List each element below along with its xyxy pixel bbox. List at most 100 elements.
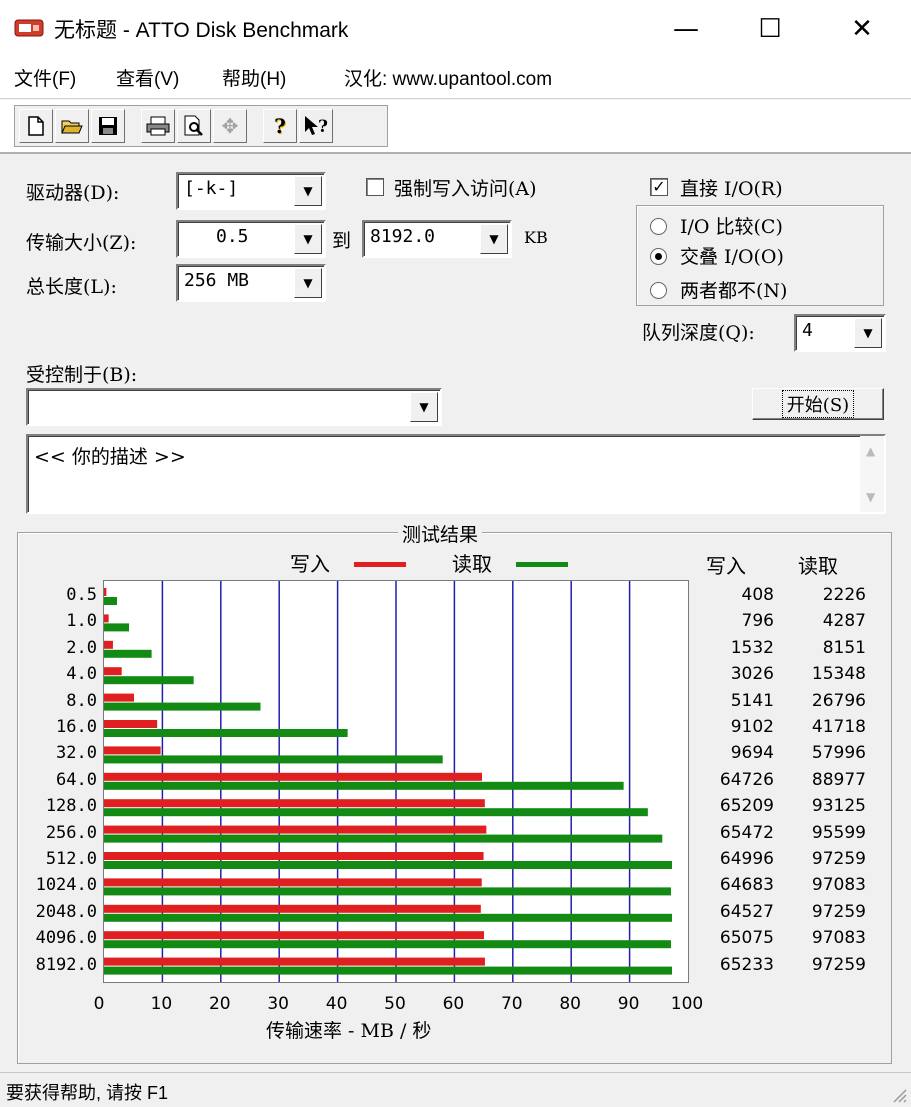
total-length-label: 总长度(L): [26,276,117,298]
x-tick-label: 90 [617,994,640,1014]
neither-label: 两者都不(N) [680,280,788,302]
x-tick-label: 30 [267,994,289,1014]
radio-selected-dot [655,253,662,260]
scroll-up-icon[interactable]: ▲ [866,444,875,458]
description-textarea[interactable]: << 你的描述 >> ▲ ▼ [26,434,886,514]
read-value: 97259 [811,954,866,975]
help-button[interactable]: ? [263,109,297,143]
queue-depth-value: 4 [802,320,813,341]
write-value: 5141 [730,690,774,711]
write-bar [104,852,484,860]
new-button[interactable] [19,109,53,143]
x-tick-label: 50 [384,994,406,1014]
write-bar [104,799,485,808]
chevron-down-icon[interactable]: ▼ [854,318,882,348]
transfer-to-select[interactable]: 8192.0 ▼ [362,220,512,258]
legend-write-swatch [354,562,406,567]
minimize-icon: — [673,14,699,44]
x-tick-label: 80 [559,994,581,1014]
overlap-io-radio[interactable] [650,248,667,265]
title-bar[interactable]: 无标题 - ATTO Disk Benchmark — ☐ ✕ [0,0,911,56]
write-value: 9694 [730,743,774,764]
drive-select[interactable]: [-k-] ▼ [176,172,326,210]
status-text: 要获得帮助, 请按 F1 [6,1083,169,1103]
description-scrollbar[interactable]: ▲ ▼ [860,436,884,512]
y-tick-label: 4.0 [66,664,97,685]
close-button[interactable]: ✕ [838,12,886,46]
menu-file[interactable]: 文件(F) [14,64,76,91]
toolbar: ✥ ? ? [0,100,911,154]
column-header-write: 写入 [706,554,746,578]
write-bar [104,772,482,781]
start-button[interactable]: 开始(S) [752,388,884,420]
context-help-button[interactable]: ? [299,109,333,143]
read-value: 57996 [811,743,866,764]
y-tick-label: 64.0 [56,769,97,790]
chevron-down-icon[interactable]: ▼ [410,392,438,422]
read-value: 97083 [811,928,866,949]
chevron-down-icon[interactable]: ▼ [480,224,508,254]
write-bar [104,957,485,966]
write-value: 65209 [719,796,774,817]
print-button[interactable] [141,109,175,143]
write-bar [104,614,109,623]
y-tick-label: 1024.0 [35,875,97,896]
scroll-down-icon[interactable]: ▼ [866,490,875,504]
read-value: 95599 [811,822,866,843]
chevron-down-icon[interactable]: ▼ [294,224,322,254]
start-button-label: 开始(S) [781,390,855,418]
x-tick-label: 100 [670,994,704,1014]
menu-help[interactable]: 帮助(H) [222,64,286,91]
save-button[interactable] [91,109,125,143]
controlled-by-label: 受控制于(B): [26,364,138,386]
write-bar [104,667,122,676]
maximize-icon: ☐ [758,14,782,44]
write-bar [104,588,107,596]
open-button[interactable] [55,109,89,143]
transfer-to-value: 8192.0 [370,226,436,247]
y-tick-label: 32.0 [56,743,97,764]
chevron-down-icon[interactable]: ▼ [294,268,322,298]
y-tick-label: 128.0 [45,796,97,817]
maximize-button[interactable]: ☐ [746,12,794,46]
menu-view[interactable]: 查看(V) [116,64,179,91]
read-value: 97259 [811,849,866,869]
write-value: 64726 [719,769,774,790]
y-tick-label: 1.0 [66,611,97,632]
write-bar [104,640,113,649]
description-text: << 你的描述 >> [34,446,186,468]
neither-radio[interactable] [650,282,667,299]
read-value: 2226 [822,585,866,605]
controlled-by-select[interactable]: ▼ [26,388,442,426]
legend-write-label: 写入 [290,552,330,576]
x-tick-label: 0 [93,994,105,1014]
x-tick-label: 60 [442,994,465,1014]
read-bar [104,887,671,896]
direct-io-checkbox[interactable]: ✓ [650,178,668,196]
y-tick-label: 16.0 [56,717,97,737]
read-bar [104,834,663,843]
y-tick-label: 0.5 [66,585,97,605]
total-length-select[interactable]: 256 MB ▼ [176,264,326,302]
read-value: 4287 [822,611,866,632]
write-value: 3026 [730,664,774,685]
save-icon [99,117,117,135]
io-compare-radio[interactable] [650,218,667,235]
move-button[interactable]: ✥ [213,109,247,143]
context-help-icon: ? [305,116,328,137]
queue-depth-select[interactable]: 4 ▼ [794,314,886,352]
y-tick-label: 512.0 [45,849,97,869]
minimize-button[interactable]: — [662,12,710,46]
transfer-from-value: 0.5 [216,226,249,247]
legend-read-label: 读取 [452,552,492,576]
chevron-down-icon[interactable]: ▼ [294,176,322,206]
print-icon [146,116,170,136]
x-tick-label: 70 [500,994,523,1014]
menu-localization[interactable]: 汉化: www.upantool.com [344,64,552,91]
force-write-checkbox[interactable] [366,178,384,196]
resize-grip-icon[interactable] [889,1085,907,1103]
transfer-from-select[interactable]: 0.5 ▼ [176,220,326,258]
preview-button[interactable] [177,109,211,143]
write-bar [104,931,485,940]
read-bar [104,755,443,764]
